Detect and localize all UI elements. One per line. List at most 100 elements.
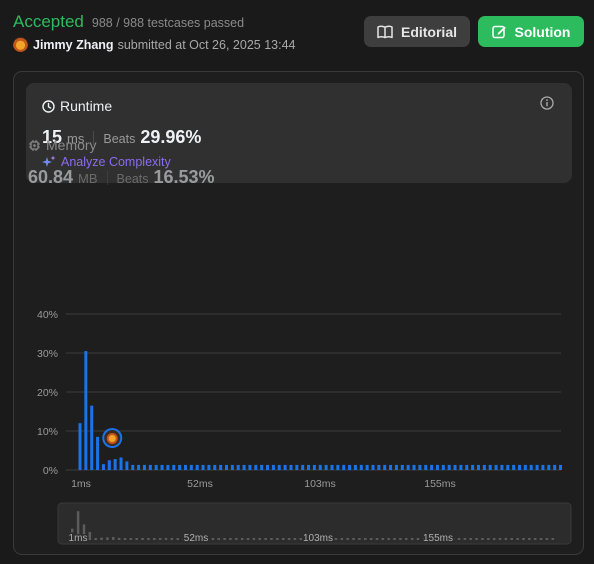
navigator-tick-label: 155ms	[423, 533, 453, 544]
histogram-bar	[559, 464, 563, 470]
histogram-bar	[353, 464, 357, 470]
histogram-bar	[254, 464, 258, 470]
histogram-bar	[131, 464, 135, 470]
y-tick-label: 20%	[37, 387, 58, 399]
histogram-bar	[547, 464, 551, 470]
navigator-bar	[487, 538, 490, 540]
navigator-bar	[117, 537, 121, 540]
histogram-bar	[523, 464, 527, 470]
navigator-bar	[211, 538, 215, 540]
runtime-distribution-chart[interactable]: 40% 30% 20% 10% 0% 1ms 52ms 103ms 155ms 1ms 52ms…	[0, 0, 594, 564]
navigator-bar	[106, 537, 109, 540]
navigator-bar	[270, 538, 273, 540]
navigator-bar	[387, 538, 390, 540]
navigator-bar	[346, 538, 349, 540]
navigator-bar	[334, 538, 338, 540]
histogram-bar	[236, 464, 240, 470]
navigator-tick-label: 103ms	[303, 533, 333, 544]
navigator-bar	[539, 538, 543, 540]
histogram-bar	[318, 464, 322, 470]
navigator-bar	[135, 538, 138, 540]
navigator-bar	[352, 538, 355, 540]
navigator-bar	[504, 538, 508, 540]
y-tick-label: 40%	[37, 309, 58, 321]
histogram-bar	[96, 436, 100, 470]
navigator-bar	[416, 538, 420, 540]
histogram-bar	[137, 464, 141, 470]
histogram-bar	[183, 464, 187, 470]
navigator-bar	[533, 538, 537, 540]
chart-navigator[interactable]: 1ms 52ms 103ms 155ms	[57, 502, 572, 546]
navigator-bar	[223, 538, 226, 540]
histogram-bar	[248, 464, 252, 470]
histogram-bar	[242, 464, 246, 470]
navigator-bar	[141, 538, 144, 540]
y-tick-label: 0%	[43, 465, 58, 477]
navigator-bar	[340, 538, 344, 540]
navigator-tick-label: 1ms	[69, 533, 88, 544]
navigator-bar	[164, 538, 168, 540]
histogram-bar	[342, 464, 346, 470]
y-tick-label: 30%	[37, 348, 58, 360]
navigator-bar	[293, 538, 297, 540]
navigator-bar	[129, 538, 133, 540]
navigator-bar	[299, 538, 303, 540]
navigator-bar	[399, 538, 402, 540]
histogram-bar	[324, 464, 328, 470]
histogram-bar	[512, 464, 516, 470]
histogram-bar	[541, 464, 545, 470]
histogram-bar	[195, 464, 199, 470]
histogram-bar	[189, 464, 193, 470]
histogram-bar	[84, 351, 88, 470]
navigator-bar	[469, 538, 472, 540]
x-tick-label: 1ms	[71, 478, 91, 490]
histogram-bar	[301, 464, 305, 470]
histogram-bar	[107, 460, 111, 470]
chart-grid: 40% 30% 20% 10% 0%	[37, 309, 561, 477]
x-tick-label: 103ms	[304, 478, 336, 490]
histogram-bar	[506, 464, 510, 470]
histogram-bar	[213, 464, 217, 470]
histogram-bar	[160, 464, 164, 470]
navigator-bar	[158, 538, 162, 540]
histogram-bar	[289, 464, 293, 470]
navigator-bar	[369, 538, 373, 540]
histogram-bar	[424, 464, 428, 470]
histogram-bar	[371, 464, 375, 470]
navigator-bar	[217, 538, 220, 540]
histogram-bar	[418, 464, 422, 470]
user-avatar-marker-core	[108, 435, 116, 442]
histogram-bar	[154, 464, 158, 470]
histogram-bar	[365, 464, 369, 470]
histogram-bar	[307, 464, 311, 470]
histogram-bar	[125, 461, 129, 470]
histogram-bar	[453, 464, 457, 470]
navigator-bar	[276, 538, 279, 540]
histogram-bar	[201, 464, 205, 470]
navigator-bar	[252, 538, 256, 540]
navigator-bar	[492, 538, 496, 540]
navigator-bar	[393, 538, 396, 540]
navigator-bar	[475, 538, 478, 540]
histogram-bar	[482, 464, 486, 470]
histogram-bar	[529, 464, 533, 470]
x-tick-label: 52ms	[187, 478, 213, 490]
navigator-bar	[381, 538, 385, 540]
histogram-bar	[207, 464, 211, 470]
histogram-bar	[394, 464, 398, 470]
navigator-bar	[235, 538, 238, 540]
navigator-bar	[240, 538, 244, 540]
navigator-bar	[510, 538, 513, 540]
navigator-tick-label: 52ms	[184, 533, 208, 544]
histogram-bar	[471, 464, 475, 470]
navigator-bar	[551, 538, 555, 540]
histogram-bar	[447, 464, 451, 470]
histogram-bar	[219, 464, 223, 470]
navigator-bar	[100, 537, 103, 540]
histogram-bar	[101, 464, 105, 470]
histogram-bar	[500, 464, 504, 470]
histogram-bar	[476, 464, 480, 470]
histogram-bar	[348, 464, 352, 470]
navigator-bar	[528, 538, 531, 540]
navigator-bar	[287, 538, 291, 540]
